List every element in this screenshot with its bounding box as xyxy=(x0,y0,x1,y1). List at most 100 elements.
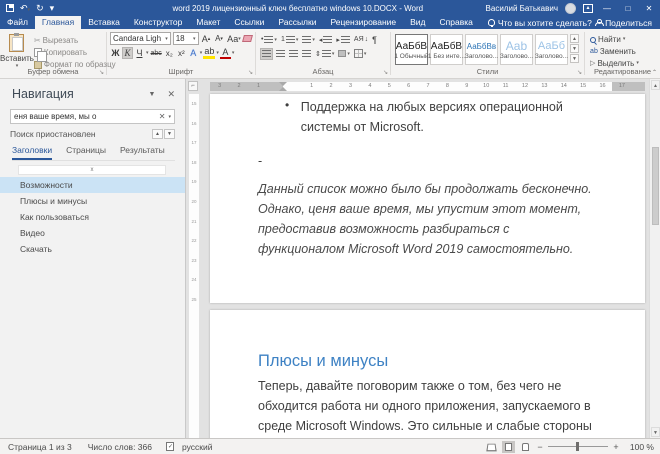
nav-item-vozmozhnosti[interactable]: Возможности xyxy=(0,177,185,193)
superscript-button[interactable]: x² xyxy=(176,47,187,59)
nav-item-kak-polzovatsya[interactable]: Как пользоваться xyxy=(0,209,185,225)
minimize-button[interactable]: — xyxy=(600,4,614,13)
ribbon-display-options-icon[interactable]: ▴ xyxy=(583,4,593,13)
redo-icon[interactable]: ↻ xyxy=(36,3,44,14)
previous-result-icon[interactable]: ▲ xyxy=(152,129,163,139)
search-input[interactable] xyxy=(14,112,159,121)
zoom-slider-thumb[interactable] xyxy=(576,442,579,451)
share-button[interactable]: Поделиться xyxy=(595,16,660,29)
style-heading3[interactable]: АаБбВвЗаголово... xyxy=(465,34,498,65)
font-dialog-launcher-icon[interactable]: ↘ xyxy=(248,69,253,76)
text-effects-button[interactable]: А xyxy=(188,47,199,59)
tab-mailings[interactable]: Рассылки xyxy=(271,16,323,29)
change-case-button[interactable]: Аа▾ xyxy=(227,33,242,45)
replace-button[interactable]: abЗаменить xyxy=(590,46,660,57)
navigation-close-icon[interactable]: ✕ xyxy=(167,89,175,100)
scrollbar-thumb[interactable] xyxy=(652,147,659,225)
tab-selector-icon[interactable]: ⌐ xyxy=(188,81,198,91)
page-indicator[interactable]: Страница 1 из 3 xyxy=(0,442,80,452)
maximize-button[interactable]: □ xyxy=(621,4,635,13)
bullet-item-text[interactable]: Поддержка на любых версиях операционной … xyxy=(301,98,615,138)
search-options-caret[interactable]: ▾ xyxy=(168,114,171,120)
style-heading2[interactable]: АаБбЗаголово... xyxy=(535,34,568,65)
highlight-caret[interactable]: ▾ xyxy=(216,50,219,56)
document-page-2[interactable]: Плюсы и минусы Теперь, давайте поговорим… xyxy=(210,310,645,438)
heading-plyusy-i-minusy[interactable]: Плюсы и минусы xyxy=(210,310,645,371)
qat-customize-icon[interactable]: ▾ xyxy=(50,3,55,14)
print-layout-icon[interactable] xyxy=(502,441,515,453)
bold-button[interactable]: Ж xyxy=(110,47,121,59)
sort-button[interactable]: АЯ↓ xyxy=(353,34,369,46)
bullets-button[interactable]: •▾ xyxy=(260,34,278,46)
font-color-caret[interactable]: ▾ xyxy=(232,50,235,56)
grow-font-button[interactable]: А▴ xyxy=(201,33,212,45)
highlight-color-button[interactable]: ab xyxy=(203,47,215,59)
clipboard-dialog-launcher-icon[interactable]: ↘ xyxy=(99,69,104,76)
document-page-1[interactable]: • Поддержка на любых версиях операционно… xyxy=(210,94,645,303)
user-name[interactable]: Василий Батькавич xyxy=(486,4,558,13)
text-effects-caret[interactable]: ▾ xyxy=(200,50,203,56)
borders-button[interactable]: ▾ xyxy=(353,48,368,60)
cut-button[interactable]: ✂Вырезать xyxy=(34,35,116,46)
italic-button[interactable]: К xyxy=(122,47,133,59)
copy-button[interactable]: Копировать xyxy=(34,47,116,58)
font-color-button[interactable]: А xyxy=(220,47,231,59)
language-indicator[interactable]: русский xyxy=(174,442,221,452)
styles-scroll-down-icon[interactable]: ▼ xyxy=(570,44,579,53)
zoom-slider[interactable] xyxy=(548,446,608,447)
nav-tab-results[interactable]: Результаты xyxy=(120,145,165,160)
underline-caret[interactable]: ▾ xyxy=(146,50,149,56)
next-result-icon[interactable]: ▼ xyxy=(164,129,175,139)
zoom-out-button[interactable]: − xyxy=(536,442,544,452)
multilevel-list-button[interactable]: ▾ xyxy=(301,34,316,46)
word-count[interactable]: Число слов: 366 xyxy=(80,442,160,452)
undo-icon[interactable]: ↶▾ xyxy=(20,3,30,14)
tab-insert[interactable]: Вставка xyxy=(81,16,127,29)
collapse-ribbon-icon[interactable]: ⌃ xyxy=(652,69,657,76)
subscript-button[interactable]: x₂ xyxy=(164,47,175,59)
shading-button[interactable]: ▾ xyxy=(337,48,351,60)
justify-button[interactable] xyxy=(301,48,312,60)
tell-me-box[interactable]: Что вы хотите сделать? xyxy=(480,16,592,29)
style-no-spacing[interactable]: АаБбВ1 Без инте... xyxy=(430,34,463,65)
page2-paragraph[interactable]: Теперь, давайте поговорим также о том, б… xyxy=(210,371,630,438)
horizontal-ruler[interactable]: 321 1234567891011121314151617 xyxy=(210,82,645,91)
decrease-indent-button[interactable]: ◂ xyxy=(318,34,334,46)
show-marks-button[interactable]: ¶ xyxy=(371,34,378,46)
styles-scroll-up-icon[interactable]: ▲ xyxy=(570,34,579,43)
close-button[interactable]: ✕ xyxy=(642,4,656,13)
tab-view[interactable]: Вид xyxy=(403,16,432,29)
dash-paragraph[interactable]: - xyxy=(210,138,645,172)
line-spacing-button[interactable]: ⇕▾ xyxy=(314,48,335,60)
nav-tab-pages[interactable]: Страницы xyxy=(66,145,106,160)
italic-paragraph[interactable]: Данный список можно было бы продолжать б… xyxy=(210,171,628,259)
avatar[interactable] xyxy=(565,3,576,14)
vertical-ruler[interactable]: 1516171819202122232425 xyxy=(189,94,199,438)
scroll-up-icon[interactable]: ▲ xyxy=(651,80,660,90)
tab-help[interactable]: Справка xyxy=(433,16,480,29)
align-left-button[interactable] xyxy=(260,48,273,60)
tab-references[interactable]: Ссылки xyxy=(227,16,271,29)
font-name-combo[interactable]: Candara Ligh▾ xyxy=(110,32,171,45)
numbering-button[interactable]: 1▾ xyxy=(280,34,299,46)
zoom-percentage[interactable]: 100 % xyxy=(624,442,654,452)
vertical-scrollbar[interactable]: ▲ ▼ xyxy=(649,79,660,438)
find-button[interactable]: Найти▾ xyxy=(590,34,660,45)
font-size-combo[interactable]: 18▾ xyxy=(173,32,199,45)
save-icon[interactable] xyxy=(6,4,14,12)
tab-review[interactable]: Рецензирование xyxy=(323,16,403,29)
strikethrough-button[interactable]: abc xyxy=(150,47,163,59)
increase-indent-button[interactable]: ▸ xyxy=(335,34,351,46)
tab-file[interactable]: Файл xyxy=(0,16,35,29)
nav-item-plyusy[interactable]: Плюсы и минусы xyxy=(0,193,185,209)
nav-tab-headings[interactable]: Заголовки xyxy=(12,145,52,160)
first-line-indent-marker[interactable] xyxy=(279,82,287,86)
proofing-icon[interactable] xyxy=(166,442,174,451)
align-right-button[interactable] xyxy=(288,48,299,60)
read-mode-icon[interactable] xyxy=(485,441,498,453)
clear-formatting-icon[interactable] xyxy=(242,35,252,42)
hanging-indent-marker[interactable] xyxy=(279,87,287,91)
tab-home[interactable]: Главная xyxy=(35,16,81,29)
styles-dialog-launcher-icon[interactable]: ↘ xyxy=(577,69,582,76)
nav-item-video[interactable]: Видео xyxy=(0,225,185,241)
